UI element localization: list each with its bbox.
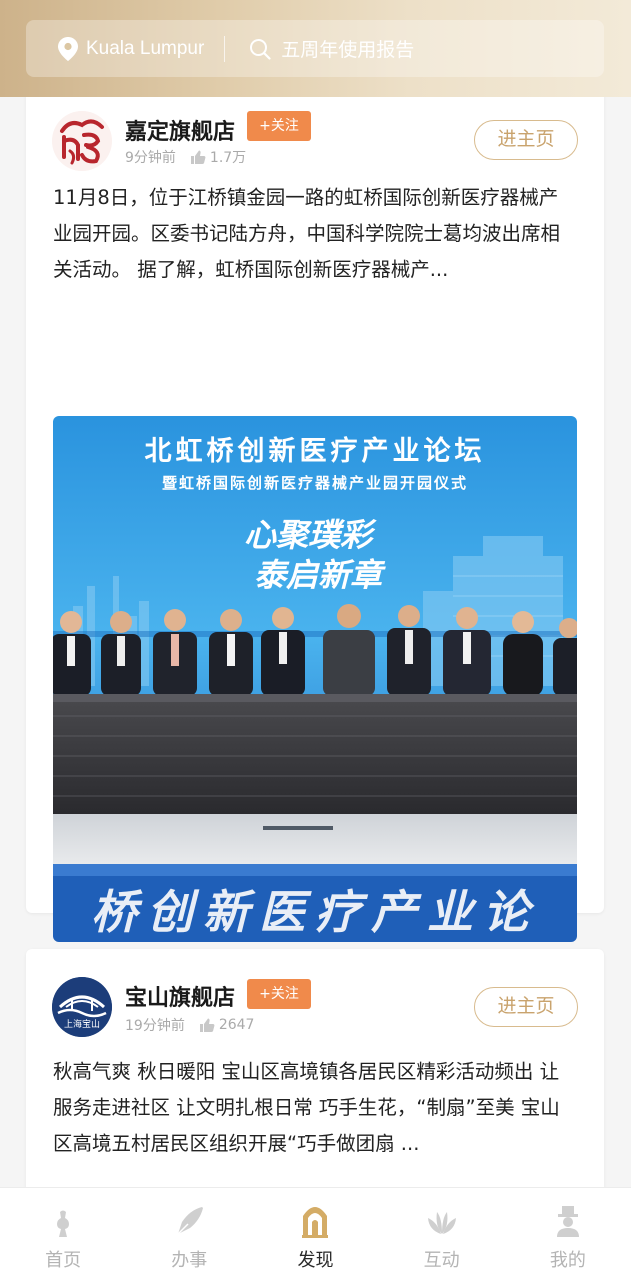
thumb-icon [190, 150, 206, 164]
post-meta: 9分钟前 1.7万 [125, 147, 246, 167]
store-name[interactable]: 宝山旗舰店 [125, 980, 235, 1012]
store-avatar[interactable] [52, 111, 112, 171]
nav-item-discover[interactable]: 发现 [252, 1188, 378, 1280]
follow-button[interactable]: +关注 [247, 979, 311, 1009]
post-image[interactable]: 北虹桥创新医疗产业论坛 暨虹桥国际创新医疗器械产业园开园仪式 心聚璞彩 泰启新章 [53, 416, 577, 942]
avatar-text: 上海宝山 [64, 1018, 100, 1030]
nav-item-home[interactable]: 首页 [0, 1188, 126, 1280]
location-pin-icon [58, 36, 78, 61]
store-avatar[interactable]: 上海宝山 [52, 977, 112, 1037]
post-meta: 19分钟前 2647 [125, 1015, 254, 1035]
location-text: Kuala Lumpur [86, 37, 205, 59]
like-count: 1.7万 [190, 147, 246, 167]
image-slogan-2: 泰启新章 [254, 556, 386, 594]
image-slogan-1: 心聚璞彩 [244, 516, 377, 554]
enter-home-button[interactable]: 进主页 [474, 120, 578, 160]
post-time: 19分钟前 [125, 1018, 185, 1034]
like-count: 2647 [199, 1017, 254, 1033]
magnolia-icon [427, 1212, 456, 1234]
location-selector[interactable]: Kuala Lumpur [26, 20, 204, 77]
follow-button[interactable]: +关注 [247, 111, 311, 141]
divider [224, 35, 226, 62]
post-time: 9分钟前 [125, 150, 176, 166]
image-subtitle: 暨虹桥国际创新医疗器械产业园开园仪式 [162, 474, 468, 492]
app: Kuala Lumpur 五周年使用报告 嘉定旗舰店 +关注 9分钟前 1.7万… [0, 0, 631, 1280]
nav-item-interact[interactable]: 互动 [379, 1188, 505, 1280]
search-bar[interactable]: Kuala Lumpur 五周年使用报告 [26, 20, 604, 77]
post-card: 上海宝山 宝山旗舰店 +关注 19分钟前 2647 进主页 秋高气爽 秋日暖阳 … [26, 949, 604, 1187]
bottom-nav: 首页 办事 发现 互动 我的 [0, 1187, 631, 1280]
post-text[interactable]: 秋高气爽 秋日暖阳 宝山区高境镇各居民区精彩活动频出 让服务走进社区 让文明扎根… [53, 1054, 577, 1162]
image-banner-text: 桥创新医疗产业论 [91, 885, 539, 939]
nav-item-services[interactable]: 办事 [126, 1188, 252, 1280]
feed: 嘉定旗舰店 +关注 9分钟前 1.7万 进主页 11月8日，位于江桥镇金园一路的… [0, 97, 631, 1187]
tower-icon [57, 1205, 70, 1237]
arch-icon [302, 1207, 329, 1238]
search-input[interactable]: 五周年使用报告 [281, 35, 414, 62]
person-hat-icon [556, 1206, 579, 1237]
nav-item-mine[interactable]: 我的 [505, 1188, 631, 1280]
post-text[interactable]: 11月8日，位于江桥镇金园一路的虹桥国际创新医疗器械产业园开园。区委书记陆方舟，… [53, 180, 577, 288]
search-icon[interactable] [249, 38, 271, 60]
post-card: 嘉定旗舰店 +关注 9分钟前 1.7万 进主页 11月8日，位于江桥镇金园一路的… [26, 97, 604, 983]
enter-home-button[interactable]: 进主页 [474, 987, 578, 1027]
pen-icon [177, 1207, 204, 1235]
thumb-icon [199, 1018, 215, 1032]
store-name[interactable]: 嘉定旗舰店 [125, 114, 235, 146]
image-title: 北虹桥创新医疗产业论坛 [145, 435, 486, 467]
header: Kuala Lumpur 五周年使用报告 [0, 0, 631, 97]
